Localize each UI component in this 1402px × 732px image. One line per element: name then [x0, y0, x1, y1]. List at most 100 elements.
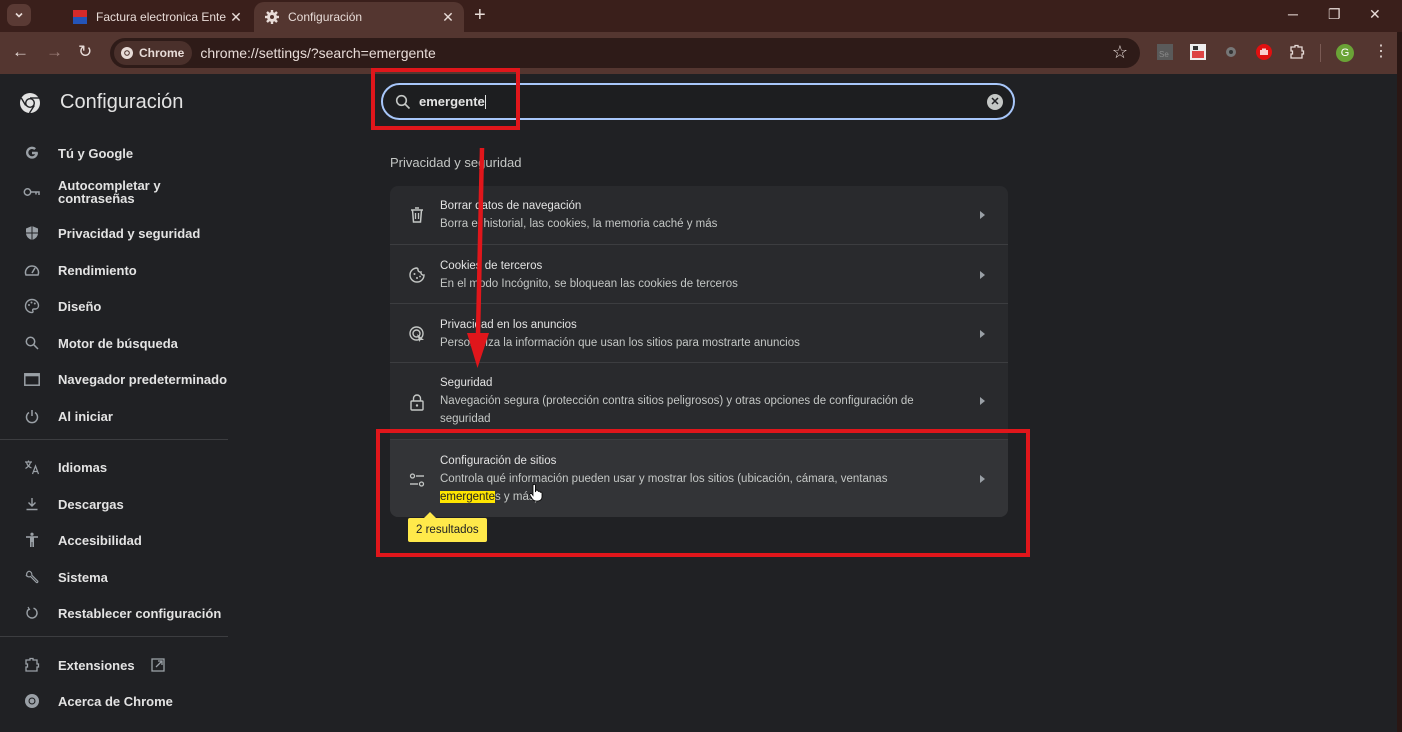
svg-text:Se: Se [1159, 50, 1169, 59]
chevron-right-icon [980, 475, 985, 483]
row-subtitle: Controla qué información pueden usar y m… [440, 473, 888, 503]
sidebar-item-label: Accesibilidad [58, 532, 142, 548]
window-resizer-extension-icon[interactable] [1190, 44, 1206, 60]
chevron-right-icon [980, 397, 985, 405]
forward-button[interactable]: → [46, 42, 63, 62]
clear-search-button[interactable]: ✕ [987, 94, 1003, 110]
search-icon [395, 94, 411, 109]
toolbar: ← → ↻ Chrome chrome://settings/?search=e… [0, 32, 1397, 74]
sidebar-item-sistema[interactable]: Sistema [0, 568, 230, 586]
text-caret [484, 95, 486, 110]
sidebar-item-restablecer[interactable]: Restablecer configuración [0, 604, 230, 622]
row-borrar-datos[interactable]: Borrar datos de navegación Borra el hist… [390, 186, 1008, 244]
wrench-icon [23, 568, 41, 586]
robot-extension-icon[interactable] [1223, 44, 1239, 60]
tune-icon [409, 473, 425, 487]
sidebar-item-rendimiento[interactable]: Rendimiento [0, 261, 230, 279]
tab-factura-enternet[interactable]: Factura electronica Enternet - Fl ✕ [62, 2, 252, 32]
url-text[interactable]: chrome://settings/?search=emergente [200, 45, 435, 61]
power-icon [23, 407, 41, 425]
key-icon [23, 183, 41, 201]
reset-icon [23, 604, 41, 622]
sidebar-item-al-iniciar[interactable]: Al iniciar [0, 407, 230, 425]
chevron-right-icon [980, 211, 985, 219]
search-highlight: emergente [440, 491, 495, 503]
external-link-icon [150, 658, 165, 672]
row-subtitle: Navegación segura (protección contra sit… [440, 395, 914, 425]
search-value[interactable]: emergente [419, 94, 486, 110]
row-subtitle: En el modo Incógnito, se bloquean las co… [440, 278, 738, 290]
settings-brand: Configuración [19, 91, 183, 114]
sidebar-item-idiomas[interactable]: Idiomas [0, 458, 230, 476]
close-window-button[interactable]: ✕ [1369, 6, 1381, 23]
more-menu-icon[interactable]: ⋮ [1373, 41, 1389, 63]
row-configuracion-sitios[interactable]: Configuración de sitios Controla qué inf… [390, 439, 1008, 517]
title-bar: Factura electronica Enternet - Fl ✕ Conf… [0, 0, 1402, 32]
sidebar-item-extensiones[interactable]: Extensiones [0, 656, 230, 674]
settings-sidebar: Configuración Tú y Google Autocompletar … [0, 75, 230, 732]
tab-search-button[interactable] [7, 4, 31, 26]
sidebar-item-label: Restablecer configuración [58, 605, 222, 621]
privacy-settings-card: Borrar datos de navegación Borra el hist… [390, 186, 1008, 517]
row-title: Cookies de terceros [440, 260, 543, 272]
address-bar[interactable]: Chrome chrome://settings/?search=emergen… [110, 38, 1140, 68]
sidebar-item-acerca-de-chrome[interactable]: Acerca de Chrome [0, 692, 230, 710]
adblock-extension-icon[interactable] [1256, 44, 1272, 60]
row-title: Privacidad en los anuncios [440, 319, 577, 331]
settings-search-input[interactable]: emergente ✕ [381, 83, 1015, 120]
site-info-chip[interactable]: Chrome [114, 41, 193, 65]
restore-button[interactable]: ❐ [1328, 6, 1341, 23]
extensions-puzzle-icon[interactable] [1289, 44, 1305, 60]
toolbar-divider [1320, 44, 1321, 62]
close-tab-icon[interactable]: ✕ [438, 9, 458, 26]
close-tab-icon[interactable]: ✕ [226, 9, 246, 26]
sidebar-divider [0, 439, 228, 440]
search-icon [23, 334, 41, 352]
row-seguridad[interactable]: Seguridad Navegación segura (protección … [390, 362, 1008, 439]
row-title: Configuración de sitios [440, 455, 557, 467]
reload-button[interactable]: ↻ [78, 42, 92, 62]
trash-icon [411, 207, 423, 223]
tab-title: Factura electronica Enternet - Fl [96, 10, 226, 24]
sidebar-item-privacidad[interactable]: Privacidad y seguridad [0, 224, 230, 242]
row-privacidad-anuncios[interactable]: Privacidad en los anuncios Personaliza l… [390, 303, 1008, 362]
sidebar-item-diseno[interactable]: Diseño [0, 297, 230, 315]
sidebar-divider [0, 636, 228, 637]
sidebar-item-label: Sistema [58, 569, 108, 585]
chrome-logo-icon [20, 92, 40, 113]
accessibility-icon [23, 531, 41, 549]
speedometer-icon [23, 261, 41, 279]
sidebar-item-label: Descargas [58, 496, 124, 512]
chevron-down-icon [15, 12, 23, 18]
back-button[interactable]: ← [12, 42, 29, 62]
page-title: Configuración [60, 91, 184, 113]
new-tab-button[interactable]: + [474, 5, 486, 25]
lock-icon [410, 394, 424, 411]
sidebar-item-label: Diseño [58, 298, 102, 314]
row-cookies-terceros[interactable]: Cookies de terceros En el modo Incógnito… [390, 244, 1008, 303]
sidebar-item-accesibilidad[interactable]: Accesibilidad [0, 531, 230, 549]
sidebar-item-motor-busqueda[interactable]: Motor de búsqueda [0, 334, 230, 352]
tab-title: Configuración [288, 10, 363, 24]
profile-avatar[interactable]: G [1336, 44, 1354, 62]
sidebar-item-descargas[interactable]: Descargas [0, 495, 230, 513]
row-subtitle: Personaliza la información que usan los … [440, 337, 800, 349]
sidebar-item-navegador-predeterminado[interactable]: Navegador predeterminado [0, 370, 230, 388]
sidebar-item-autocompletar[interactable]: Autocompletar y contraseñas [0, 179, 230, 205]
google-g-icon [23, 144, 41, 162]
sidebar-item-label: Al iniciar [58, 408, 113, 424]
sidebar-item-label: Acerca de Chrome [58, 693, 173, 709]
bookmark-star-icon[interactable]: ☆ [1112, 42, 1128, 63]
tab-configuracion[interactable]: Configuración ✕ [254, 2, 464, 32]
chrome-icon [121, 47, 133, 59]
sidebar-item-label: Privacidad y seguridad [58, 225, 201, 241]
selenium-ide-extension-icon[interactable]: Se [1157, 44, 1173, 60]
window-border [1397, 32, 1402, 732]
sidebar-item-tu-y-google[interactable]: Tú y Google [0, 144, 230, 162]
section-title: Privacidad y seguridad [390, 155, 522, 170]
minimize-button[interactable]: ─ [1288, 6, 1298, 22]
sidebar-item-label: Motor de búsqueda [58, 335, 178, 351]
sidebar-item-label: Navegador predeterminado [58, 371, 228, 387]
sidebar-item-label: Rendimiento [58, 262, 137, 278]
row-subtitle: Borra el historial, las cookies, la memo… [440, 218, 718, 230]
